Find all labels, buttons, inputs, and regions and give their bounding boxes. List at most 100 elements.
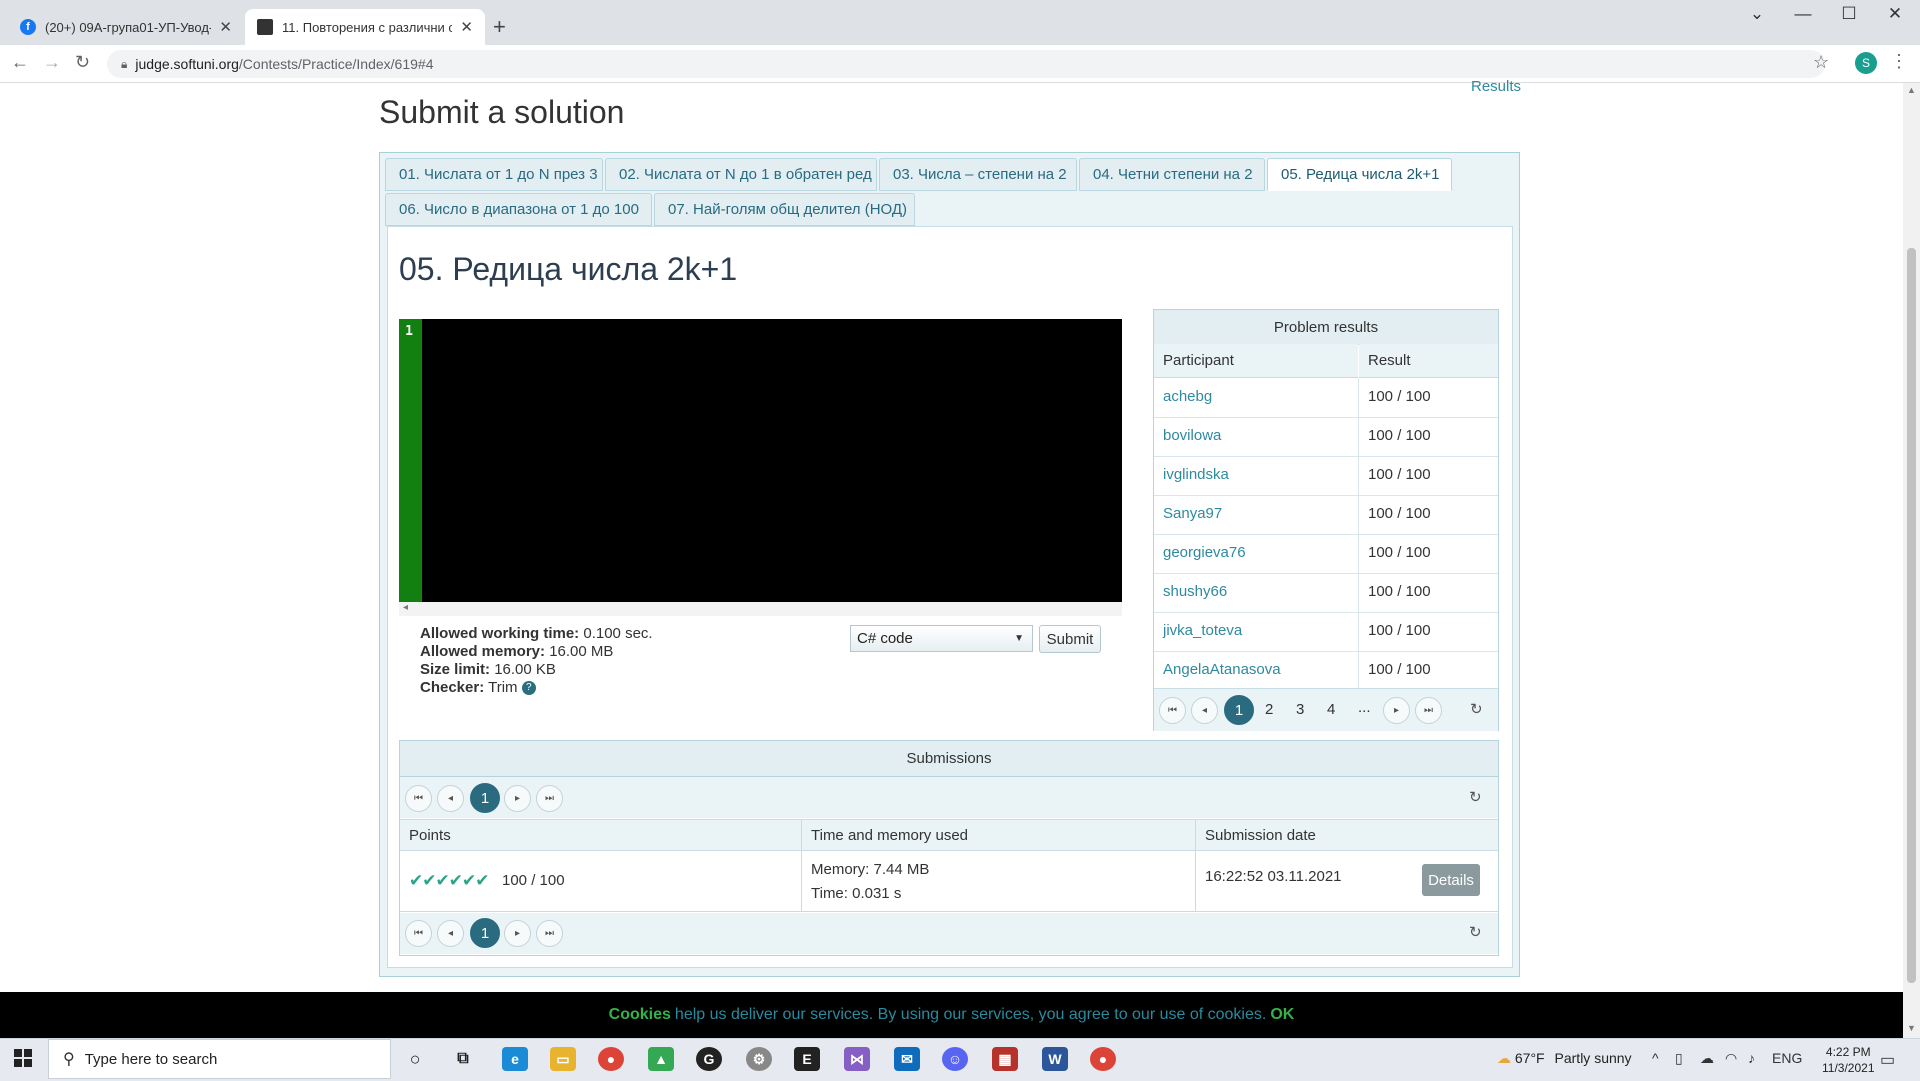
close-tab-icon[interactable]: ✕ (460, 18, 473, 36)
next-page-icon[interactable]: ▸ (504, 920, 531, 947)
bookmark-star-icon[interactable]: ☆ (1813, 52, 1829, 73)
tab-problem-05[interactable]: 05. Редица числа 2k+1 (1267, 158, 1452, 191)
page-number[interactable]: 4 (1327, 701, 1335, 718)
close-window-icon[interactable]: ✕ (1872, 4, 1918, 24)
next-page-icon[interactable]: ▸ (1383, 697, 1410, 724)
first-page-icon[interactable]: ⏮ (405, 785, 432, 812)
prev-page-icon[interactable]: ◂ (1191, 697, 1218, 724)
browser-menu-icon[interactable]: ⋮ (1890, 51, 1908, 72)
page-scrollbar[interactable]: ▲ ▼ (1903, 83, 1920, 1038)
wifi-icon[interactable]: ◠ (1725, 1050, 1737, 1067)
refresh-icon[interactable]: ↻ (1470, 700, 1483, 718)
tray-chevron-icon[interactable]: ^ (1652, 1050, 1659, 1066)
participant-link[interactable]: ivglindska (1163, 466, 1229, 483)
drive-icon[interactable]: ▲ (648, 1047, 674, 1071)
refresh-icon[interactable]: ↻ (1469, 923, 1482, 941)
forward-icon[interactable]: → (43, 52, 61, 73)
cookie-ok-button[interactable]: OK (1270, 1006, 1294, 1024)
participant-link[interactable]: bovilowa (1163, 427, 1221, 444)
volume-icon[interactable]: ♪ (1748, 1050, 1755, 1066)
language-selected: C# code (857, 630, 913, 647)
page-current[interactable]: 1 (1224, 695, 1254, 725)
scroll-left-icon[interactable]: ◂ (403, 602, 408, 613)
browser-tab-judge[interactable]: 11. Повторения с различни стъпки ✕ (245, 9, 485, 45)
participant-link[interactable]: achebg (1163, 388, 1212, 405)
steam-icon[interactable]: ⚙ (746, 1047, 772, 1071)
tray-device-icon[interactable]: ▯ (1675, 1050, 1683, 1067)
last-page-icon[interactable]: ⏭ (536, 920, 563, 947)
results-link[interactable]: Results (1471, 78, 1521, 95)
page-current[interactable]: 1 (470, 783, 500, 813)
scroll-down-icon[interactable]: ▼ (1907, 1023, 1916, 1033)
discord-icon[interactable]: ☺ (942, 1047, 968, 1071)
maximize-icon[interactable]: ☐ (1826, 4, 1872, 24)
column-header-points: Points (400, 819, 801, 851)
file-explorer-icon[interactable]: ▭ (550, 1047, 576, 1071)
chrome-active-icon[interactable]: ● (1090, 1047, 1116, 1071)
points-value: 100 / 100 (502, 872, 565, 889)
last-page-icon[interactable]: ⏭ (536, 785, 563, 812)
onedrive-icon[interactable]: ☁ (1700, 1050, 1714, 1067)
participant-link[interactable]: shushy66 (1163, 583, 1227, 600)
address-bar[interactable]: 🔒︎ judge.softuni.org /Contests/Practice/… (107, 50, 1825, 78)
tab-search-icon[interactable]: ⌄ (1734, 4, 1780, 24)
close-tab-icon[interactable]: ✕ (219, 18, 232, 36)
chrome-icon[interactable]: ● (598, 1047, 624, 1071)
windows-start-icon[interactable] (14, 1049, 32, 1067)
cortana-icon[interactable]: ○ (402, 1047, 428, 1071)
profile-avatar[interactable]: S (1855, 52, 1877, 74)
help-icon[interactable]: ? (521, 681, 536, 696)
participant-link[interactable]: AngelaAtanasova (1163, 661, 1281, 678)
scrollbar-thumb[interactable] (1907, 248, 1916, 983)
visual-studio-icon[interactable]: ⋈ (844, 1047, 870, 1071)
url-host: judge.softuni.org (135, 56, 239, 72)
edge-icon[interactable]: e (502, 1047, 528, 1071)
code-editor[interactable] (399, 319, 1122, 602)
prev-page-icon[interactable]: ◂ (437, 785, 464, 812)
first-page-icon[interactable]: ⏮ (1159, 697, 1186, 724)
participant-link[interactable]: jivka_toteva (1163, 622, 1242, 639)
taskbar-search[interactable]: ⚲ Type here to search (48, 1039, 391, 1079)
scroll-up-icon[interactable]: ▲ (1907, 85, 1916, 95)
editor-horizontal-scrollbar[interactable]: ◂ (399, 602, 1122, 616)
page-number[interactable]: 3 (1296, 701, 1304, 718)
word-icon[interactable]: W (1042, 1047, 1068, 1071)
weather-widget[interactable]: ☁ 67°F Partly sunny (1497, 1050, 1632, 1067)
table-row: jivka_toteva 100 / 100 (1154, 612, 1498, 652)
page-ellipsis[interactable]: ... (1358, 699, 1371, 716)
browser-tab-facebook[interactable]: f (20+) 09А-група01-УП-Увод-в-програм ✕ (8, 9, 244, 45)
next-page-icon[interactable]: ▸ (504, 785, 531, 812)
taskbar-clock[interactable]: 4:22 PM 11/3/2021 (1822, 1044, 1875, 1076)
page-number[interactable]: 2 (1265, 701, 1273, 718)
github-icon[interactable]: G (696, 1047, 722, 1071)
participant-link[interactable]: georgieva76 (1163, 544, 1246, 561)
notifications-icon[interactable]: ▭ (1880, 1050, 1895, 1070)
tab-problem-01[interactable]: 01. Числата от 1 до N през 3 (385, 158, 603, 191)
back-icon[interactable]: ← (11, 52, 29, 73)
page-current[interactable]: 1 (470, 918, 500, 948)
minimize-icon[interactable]: — (1780, 4, 1826, 24)
tab-problem-04[interactable]: 04. Четни степени на 2 (1079, 158, 1265, 191)
prev-page-icon[interactable]: ◂ (437, 920, 464, 947)
submit-button[interactable]: Submit (1039, 625, 1101, 653)
reload-icon[interactable]: ↻ (75, 52, 90, 73)
first-page-icon[interactable]: ⏮ (405, 920, 432, 947)
input-language[interactable]: ENG (1772, 1050, 1802, 1066)
tab-problem-06[interactable]: 06. Число в диапазона от 1 до 100 (385, 193, 652, 226)
facebook-icon: f (20, 19, 36, 35)
table-row: achebg 100 / 100 (1154, 378, 1498, 418)
tab-problem-03[interactable]: 03. Числа – степени на 2 (879, 158, 1077, 191)
tab-problem-02[interactable]: 02. Числата от N до 1 в обратен ред (605, 158, 877, 191)
tab-problem-07[interactable]: 07. Най-голям общ делител (НОД) (654, 193, 915, 226)
participant-link[interactable]: Sanya97 (1163, 505, 1222, 522)
details-button[interactable]: Details (1422, 864, 1480, 896)
last-page-icon[interactable]: ⏭ (1415, 697, 1442, 724)
new-tab-icon[interactable]: + (493, 14, 506, 40)
task-view-icon[interactable]: ⧉ (450, 1047, 476, 1071)
mail-icon[interactable]: ✉ (894, 1047, 920, 1071)
winrar-icon[interactable]: ▦ (992, 1047, 1018, 1071)
epic-games-icon[interactable]: E (794, 1047, 820, 1071)
refresh-icon[interactable]: ↻ (1469, 788, 1482, 806)
table-row: ivglindska 100 / 100 (1154, 456, 1498, 496)
language-select[interactable]: C# code ▼ (850, 625, 1033, 652)
